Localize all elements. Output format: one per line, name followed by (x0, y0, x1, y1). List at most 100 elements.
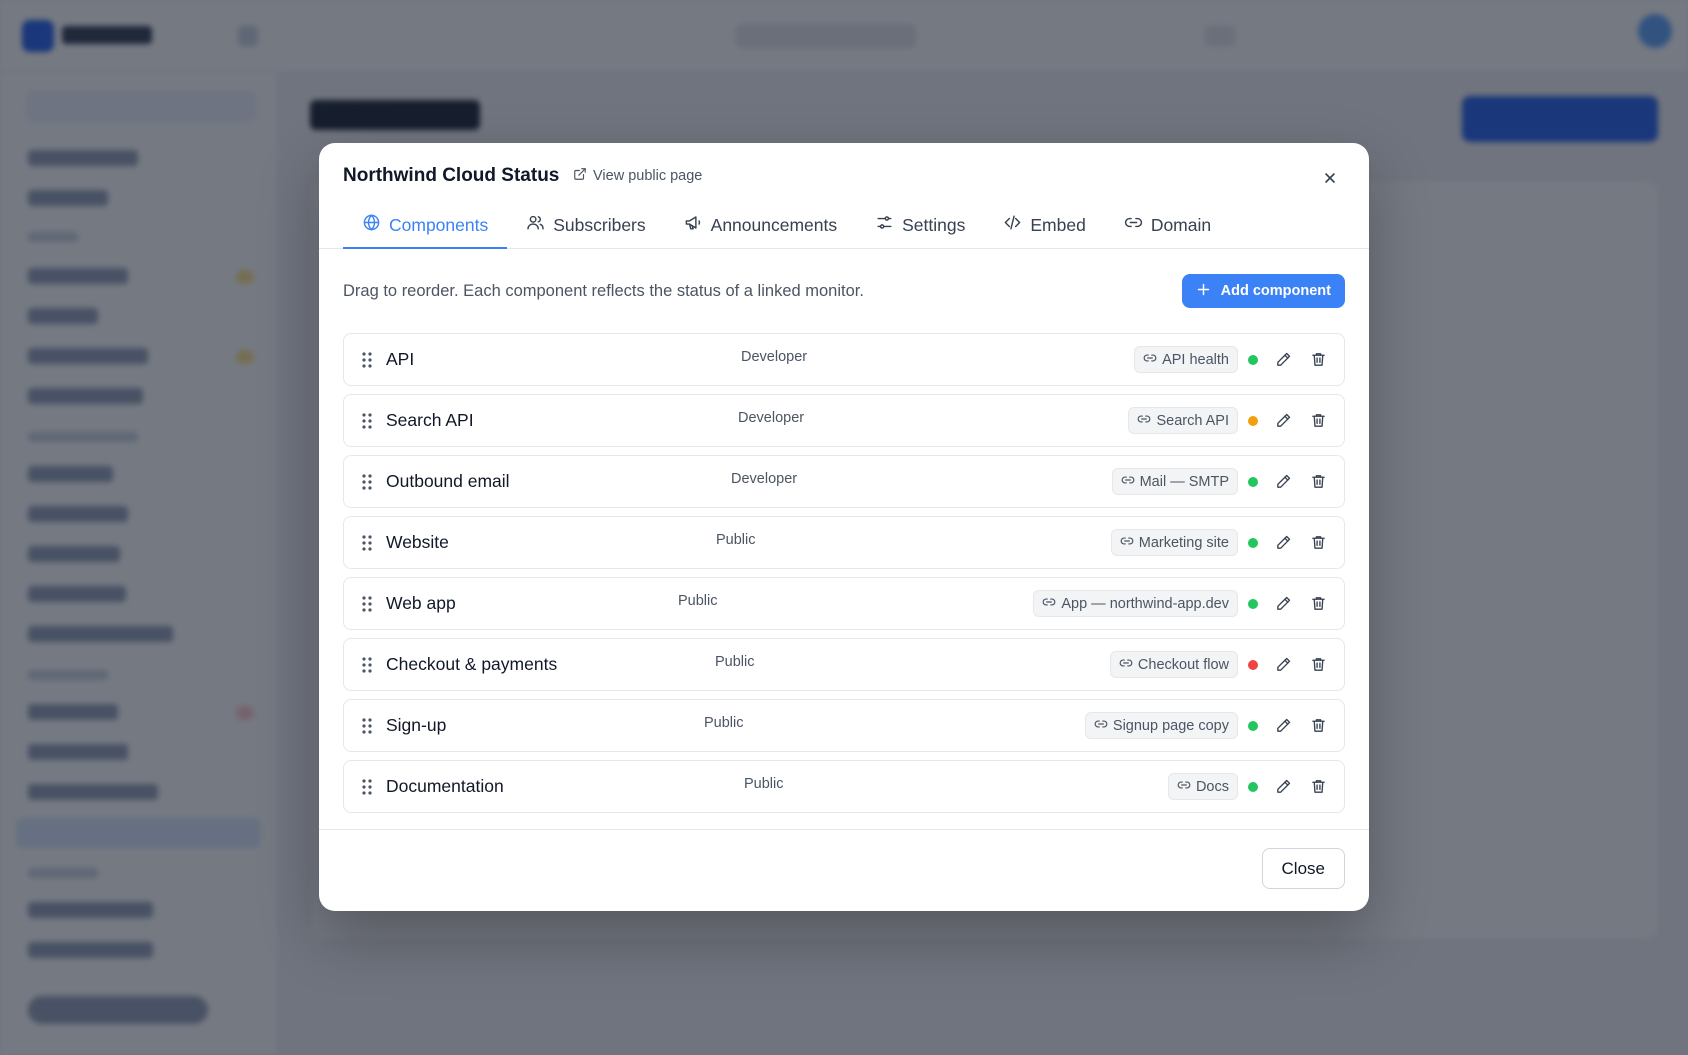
link-icon (1124, 213, 1143, 237)
component-row-checkout-payments[interactable]: Checkout & payments Public Checkout flow (343, 638, 1345, 691)
link-icon (1094, 717, 1108, 735)
status-dot (1248, 720, 1258, 731)
linked-monitor-label: Signup page copy (1112, 717, 1229, 734)
component-name: Web app (386, 593, 456, 613)
trash-icon[interactable] (1305, 529, 1332, 556)
linked-monitor-chip: Search API (1128, 407, 1238, 434)
linked-monitor-chip: Signup page copy (1084, 712, 1238, 739)
plus-icon (1196, 282, 1211, 301)
tab-announcements[interactable]: Announcements (665, 203, 856, 249)
component-group: Developer (731, 471, 798, 487)
link-icon (1137, 412, 1151, 430)
component-actions: Signup page copy (1084, 712, 1332, 739)
trash-icon[interactable] (1305, 346, 1332, 373)
close-button[interactable]: Close (1261, 848, 1345, 889)
component-row-web-app[interactable]: Web app Public App — northwind-app.dev (343, 577, 1345, 630)
linked-monitor-chip: API health (1134, 346, 1238, 373)
trash-icon[interactable] (1305, 590, 1332, 617)
drag-handle-icon[interactable] (358, 412, 376, 430)
tab-components[interactable]: Components (343, 203, 508, 249)
tab-embed[interactable]: Embed (984, 203, 1104, 249)
component-group: Public (704, 715, 744, 731)
link-icon (1177, 778, 1191, 796)
linked-monitor-label: Mail — SMTP (1139, 473, 1229, 490)
link-icon (1119, 656, 1133, 674)
linked-monitor-label: Marketing site (1138, 534, 1229, 551)
edit-icon[interactable] (1270, 529, 1297, 556)
trash-icon[interactable] (1305, 407, 1332, 434)
linked-monitor-label: Checkout flow (1137, 656, 1229, 673)
drag-handle-icon[interactable] (358, 351, 376, 369)
edit-icon[interactable] (1270, 407, 1297, 434)
tab-domain[interactable]: Domain (1105, 203, 1230, 249)
component-actions: Checkout flow (1109, 651, 1332, 678)
external-link-icon (573, 167, 587, 185)
component-row-api[interactable]: API Developer API health (343, 333, 1345, 386)
tab-settings[interactable]: Settings (856, 203, 984, 249)
edit-icon[interactable] (1270, 468, 1297, 495)
component-name: Checkout & payments (386, 654, 558, 674)
add-component-button[interactable]: Add component (1181, 274, 1345, 308)
drag-handle-icon[interactable] (358, 534, 376, 552)
trash-icon[interactable] (1305, 712, 1332, 739)
component-row-sign-up[interactable]: Sign-up Public Signup page copy (343, 699, 1345, 752)
tab-label: Subscribers (553, 214, 646, 235)
link-icon (1143, 351, 1157, 369)
users-icon (526, 213, 545, 237)
link-icon (1120, 534, 1134, 552)
edit-icon[interactable] (1270, 346, 1297, 373)
component-group: Developer (738, 410, 805, 426)
tab-label: Announcements (710, 214, 838, 235)
drag-handle-icon[interactable] (358, 595, 376, 613)
component-group: Developer (741, 349, 808, 365)
linked-monitor-label: Docs (1195, 778, 1229, 795)
drag-handle-icon[interactable] (358, 778, 376, 796)
megaphone-icon (684, 213, 703, 237)
linked-monitor-chip: Docs (1167, 773, 1238, 800)
status-dot (1248, 537, 1258, 548)
tab-label: Components (389, 214, 489, 235)
edit-icon[interactable] (1270, 773, 1297, 800)
edit-icon[interactable] (1270, 712, 1297, 739)
component-row-website[interactable]: Website Public Marketing site (343, 516, 1345, 569)
modal-footer: Close (319, 829, 1369, 911)
drag-handle-icon[interactable] (358, 717, 376, 735)
linked-monitor-chip: App — northwind-app.dev (1033, 590, 1238, 617)
modal-tabs: Components Subscribers Announcements Set… (343, 203, 1230, 249)
component-group: Public (744, 776, 784, 792)
component-row-outbound-email[interactable]: Outbound email Developer Mail — SMTP (343, 455, 1345, 508)
component-list: API Developer API health Search API Deve… (343, 333, 1345, 813)
link-icon (1121, 473, 1135, 491)
component-row-search-api[interactable]: Search API Developer Search API (343, 394, 1345, 447)
view-public-page-link[interactable]: View public page (573, 167, 702, 185)
component-actions: App — northwind-app.dev (1033, 590, 1332, 617)
component-name: API (386, 349, 415, 369)
linked-monitor-label: Search API (1156, 412, 1229, 429)
tab-subscribers[interactable]: Subscribers (507, 203, 664, 249)
trash-icon[interactable] (1305, 773, 1332, 800)
trash-icon[interactable] (1305, 468, 1332, 495)
sliders-icon (875, 213, 894, 237)
component-actions: API health (1134, 346, 1332, 373)
component-row-documentation[interactable]: Documentation Public Docs (343, 760, 1345, 813)
drag-handle-icon[interactable] (358, 473, 376, 491)
trash-icon[interactable] (1305, 651, 1332, 678)
component-name: Outbound email (386, 471, 510, 491)
status-dot (1248, 354, 1258, 365)
edit-icon[interactable] (1270, 651, 1297, 678)
components-toolbar: Drag to reorder. Each component reflects… (343, 249, 1345, 333)
add-component-label: Add component (1220, 283, 1331, 299)
status-dot (1248, 781, 1258, 792)
linked-monitor-chip: Marketing site (1110, 529, 1238, 556)
component-name: Documentation (386, 776, 504, 796)
status-dot (1248, 598, 1258, 609)
component-group: Public (678, 593, 718, 609)
close-icon[interactable] (1317, 165, 1343, 191)
code-icon (1003, 213, 1022, 237)
component-group: Public (716, 532, 756, 548)
linked-monitor-label: API health (1162, 351, 1229, 368)
drag-handle-icon[interactable] (358, 656, 376, 674)
modal-body: Drag to reorder. Each component reflects… (319, 249, 1369, 813)
edit-icon[interactable] (1270, 590, 1297, 617)
reorder-hint: Drag to reorder. Each component reflects… (343, 281, 864, 300)
